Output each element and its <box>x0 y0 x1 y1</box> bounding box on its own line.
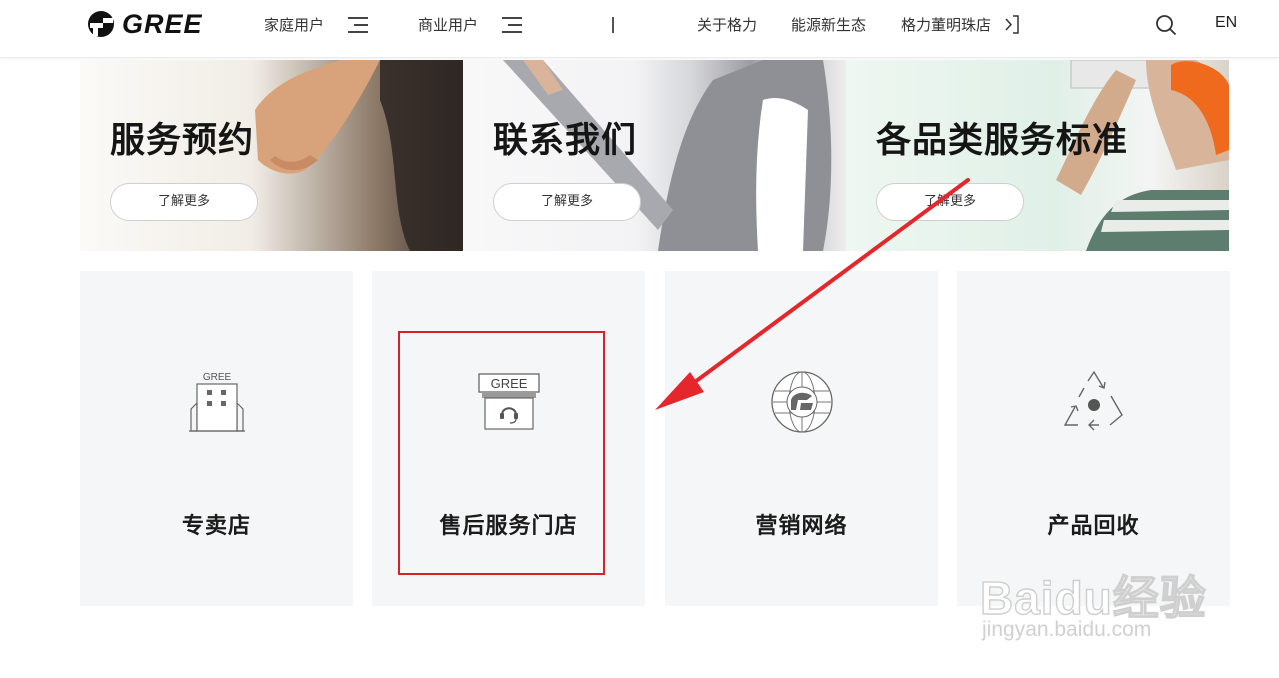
learn-more-button[interactable]: 了解更多 <box>110 183 258 221</box>
search-icon[interactable] <box>1155 14 1177 36</box>
service-store-icon: GREE <box>478 373 540 430</box>
logo-text: GREE <box>122 8 203 39</box>
nav-home-users[interactable]: 家庭用户 <box>264 14 324 35</box>
banner-contact-us: 联系我们 了解更多 <box>463 60 846 251</box>
nav-divider <box>612 17 614 33</box>
nav-energy-ecosystem[interactable]: 能源新生态 <box>791 14 866 35</box>
card-product-recycling[interactable]: 产品回收 <box>957 271 1230 606</box>
external-link-icon[interactable] <box>1004 15 1020 34</box>
nav-business-users[interactable]: 商业用户 <box>418 14 478 35</box>
learn-more-button[interactable]: 了解更多 <box>876 183 1024 221</box>
banner-title: 各品类服务标准 <box>876 121 1129 161</box>
nav-about-gree[interactable]: 关于格力 <box>697 14 757 35</box>
language-switch[interactable]: EN <box>1215 14 1237 32</box>
icon-label: GREE <box>491 376 528 391</box>
watermark-url: jingyan.baidu.com <box>982 618 1152 641</box>
banner-service-booking: 服务预约 了解更多 <box>80 60 463 251</box>
business-users-menu-icon[interactable] <box>502 15 522 34</box>
card-sales-network[interactable]: 营销网络 <box>665 271 938 606</box>
card-label: 专卖店 <box>181 514 251 539</box>
banner-title: 联系我们 <box>493 121 638 161</box>
card-label: 售后服务门店 <box>439 514 578 539</box>
nav-dongmingzhu-store[interactable]: 格力董明珠店 <box>901 14 991 35</box>
card-after-sales-store[interactable]: GREE 售后服务门店 <box>372 271 645 606</box>
gree-logo[interactable]: GREE <box>86 9 203 39</box>
card-label: 营销网络 <box>755 514 848 539</box>
gree-logo-icon <box>88 11 114 37</box>
globe-network-icon <box>771 371 833 433</box>
card-flagship-store[interactable]: GREE 专卖店 <box>80 271 353 606</box>
card-label: 产品回收 <box>1047 514 1140 539</box>
banner-service-standards: 各品类服务标准 了解更多 <box>846 60 1229 251</box>
icon-label: GREE <box>203 372 232 383</box>
store-building-icon: GREE <box>189 372 245 432</box>
recycle-icon <box>1063 370 1123 431</box>
top-header: GREE 家庭用户 商业用户 关于格力 能源新生态 格力董明珠店 EN <box>0 0 1279 58</box>
banner-title: 服务预约 <box>110 121 255 161</box>
learn-more-button[interactable]: 了解更多 <box>493 183 641 221</box>
home-users-menu-icon[interactable] <box>348 15 368 34</box>
